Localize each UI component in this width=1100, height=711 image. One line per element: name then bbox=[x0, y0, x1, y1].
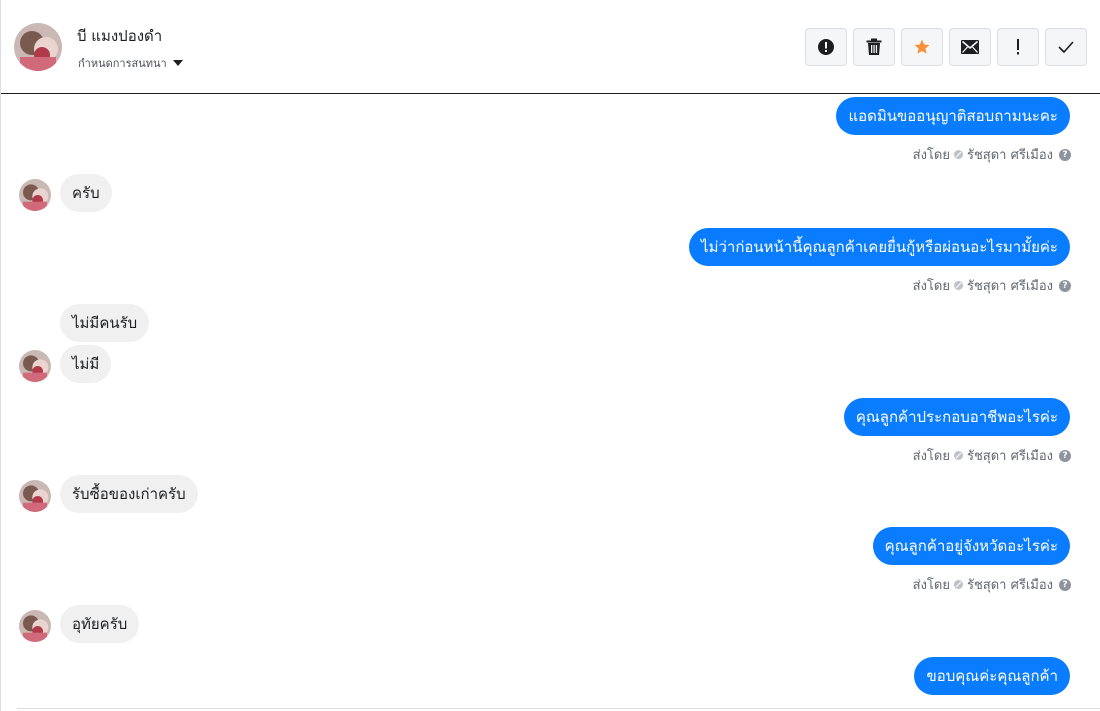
sent-by-prefix: ส่งโดย bbox=[912, 578, 950, 593]
outgoing-message[interactable]: คุณลูกค้าประกอบอาชีพอะไรค่ะ bbox=[843, 398, 1070, 436]
report-button[interactable] bbox=[805, 28, 847, 66]
message-row: ไม่มีคนรับ bbox=[1, 304, 1100, 344]
help-icon[interactable]: ? bbox=[1059, 578, 1071, 591]
checkmark-icon bbox=[1058, 41, 1074, 53]
sender-avatar[interactable] bbox=[19, 480, 51, 512]
delete-button[interactable] bbox=[853, 28, 895, 66]
sent-by-info: ส่งโดย รัชสุดา ศรีเมือง ? bbox=[913, 275, 1071, 296]
sender-avatar[interactable] bbox=[19, 179, 51, 211]
incoming-message[interactable]: รับซื้อของเก่าครับ bbox=[60, 475, 198, 513]
composer-divider bbox=[17, 708, 1100, 709]
exclamation-icon bbox=[1015, 39, 1021, 55]
trash-icon bbox=[866, 38, 882, 56]
help-icon[interactable]: ? bbox=[1059, 279, 1071, 292]
help-icon[interactable]: ? bbox=[1059, 449, 1071, 462]
caret-down-icon bbox=[172, 60, 183, 66]
sender-avatar[interactable] bbox=[19, 350, 51, 382]
message-row: แอดมินขออนุญาติสอบถามนะคะ ส่งโดย รัชสุดา… bbox=[1, 97, 1100, 163]
sent-by-prefix: ส่งโดย bbox=[912, 148, 950, 163]
message-row: คุณลูกค้าประกอบอาชีพอะไรค่ะ ส่งโดย รัชสุ… bbox=[1, 398, 1100, 464]
admin-badge-icon bbox=[953, 451, 963, 460]
alert-circle-icon bbox=[817, 38, 835, 56]
message-row: คุณลูกค้าอยู่จังหวัดอะไรค่ะ ส่งโดย รัชสุ… bbox=[1, 527, 1100, 593]
contact-avatar[interactable] bbox=[14, 23, 62, 71]
sent-by-info: ส่งโดย รัชสุดา ศรีเมือง ? bbox=[913, 144, 1071, 165]
star-icon bbox=[913, 38, 931, 56]
incoming-message[interactable]: ไม่มีคนรับ bbox=[60, 304, 150, 342]
message-thread[interactable]: แอดมินขออนุญาติสอบถามนะคะ ส่งโดย รัชสุดา… bbox=[1, 95, 1100, 711]
conversation-header: บี แมงปองดำ กำหนดการสนทนา bbox=[1, 0, 1100, 94]
outgoing-message[interactable]: คุณลูกค้าอยู่จังหวัดอะไรค่ะ bbox=[872, 527, 1070, 565]
sent-by-prefix: ส่งโดย bbox=[912, 279, 950, 294]
message-row: ครับ bbox=[1, 174, 1100, 214]
star-button[interactable] bbox=[901, 28, 943, 66]
sent-by-name[interactable]: รัชสุดา ศรีเมือง bbox=[967, 574, 1053, 595]
conversation-page: บี แมงปองดำ กำหนดการสนทนา แอดมินขออนุญาต… bbox=[0, 0, 1100, 711]
incoming-message[interactable]: ไม่มี bbox=[60, 345, 112, 383]
sent-by-name[interactable]: รัชสุดา ศรีเมือง bbox=[967, 275, 1053, 296]
message-row: ไม่มี bbox=[1, 345, 1100, 385]
message-row: ขอบคุณค่ะคุณลูกค้า bbox=[1, 657, 1100, 697]
message-row: รับซื้อของเก่าครับ bbox=[1, 475, 1100, 515]
message-row: ไม่ว่าก่อนหน้านี้คุณลูกค้าเคยยื่นกู้หรือ… bbox=[1, 228, 1100, 294]
outgoing-message[interactable]: ไม่ว่าก่อนหน้านี้คุณลูกค้าเคยยื่นกู้หรือ… bbox=[689, 228, 1070, 266]
contact-name: บี แมงปองดำ bbox=[77, 27, 163, 45]
mark-unread-button[interactable] bbox=[949, 28, 991, 66]
sent-by-name[interactable]: รัชสุดา ศรีเมือง bbox=[967, 144, 1053, 165]
mark-done-button[interactable] bbox=[1045, 28, 1087, 66]
outgoing-message[interactable]: แอดมินขออนุญาติสอบถามนะคะ bbox=[836, 97, 1070, 135]
sent-by-name[interactable]: รัชสุดา ศรีเมือง bbox=[967, 445, 1053, 466]
assign-conversation-dropdown[interactable]: กำหนดการสนทนา bbox=[78, 54, 183, 72]
incoming-message[interactable]: ครับ bbox=[60, 174, 112, 212]
admin-badge-icon bbox=[953, 281, 963, 290]
help-icon[interactable]: ? bbox=[1059, 148, 1071, 161]
incoming-message[interactable]: อุทัยครับ bbox=[60, 605, 140, 643]
header-actions bbox=[805, 28, 1087, 66]
spam-button[interactable] bbox=[997, 28, 1039, 66]
assign-conversation-label: กำหนดการสนทนา bbox=[78, 57, 167, 70]
admin-badge-icon bbox=[953, 150, 963, 159]
sent-by-prefix: ส่งโดย bbox=[912, 449, 950, 464]
sender-avatar[interactable] bbox=[19, 610, 51, 642]
admin-badge-icon bbox=[953, 580, 963, 589]
envelope-icon bbox=[961, 40, 979, 54]
sent-by-info: ส่งโดย รัชสุดา ศรีเมือง ? bbox=[913, 445, 1071, 466]
outgoing-message[interactable]: ขอบคุณค่ะคุณลูกค้า bbox=[914, 657, 1070, 695]
sent-by-info: ส่งโดย รัชสุดา ศรีเมือง ? bbox=[913, 574, 1071, 595]
message-row: อุทัยครับ bbox=[1, 605, 1100, 645]
